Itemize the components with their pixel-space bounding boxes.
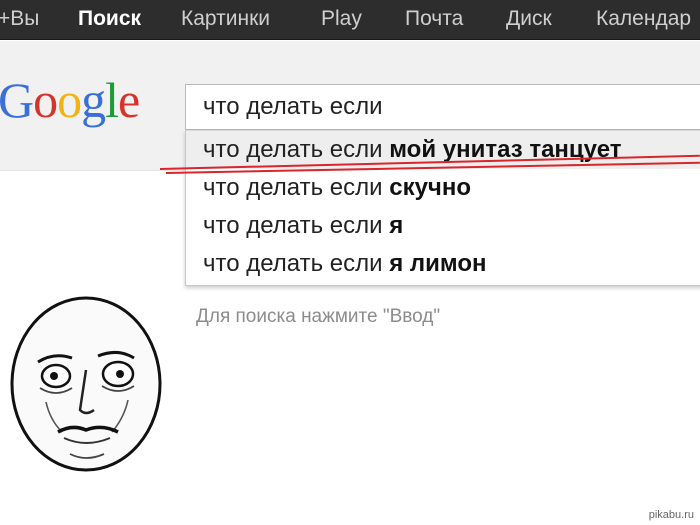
suggestion-item[interactable]: что делать если я bbox=[186, 207, 700, 245]
search-hint: Для поиска нажмите "Ввод" bbox=[196, 306, 441, 327]
nav-item-mail[interactable]: Почта bbox=[405, 6, 463, 32]
nav-item-drive[interactable]: Диск bbox=[506, 6, 552, 32]
nav-item-images[interactable]: Картинки bbox=[181, 6, 270, 32]
autocomplete-dropdown: что делать если мой унитаз танцует что д… bbox=[185, 130, 700, 286]
suggestion-prefix: что делать если bbox=[203, 250, 390, 277]
logo-letter: o bbox=[57, 72, 82, 128]
logo-letter: o bbox=[33, 72, 58, 128]
logo-letter: l bbox=[105, 72, 119, 128]
suggestion-prefix: что делать если bbox=[203, 174, 390, 201]
suggestion-completion: я bbox=[389, 212, 404, 239]
watermark: pikabu.ru bbox=[646, 509, 696, 521]
nav-item-you[interactable]: +Вы bbox=[0, 6, 39, 32]
logo-letter: g bbox=[81, 72, 106, 128]
logo-letter: e bbox=[118, 72, 140, 128]
logo-letter: G bbox=[0, 72, 34, 128]
suggestion-prefix: что делать если bbox=[203, 212, 390, 239]
nav-item-calendar[interactable]: Календар bbox=[596, 6, 691, 32]
me-gusta-face-icon bbox=[10, 296, 162, 472]
search-input[interactable]: что делать если bbox=[185, 84, 700, 130]
nav-item-search[interactable]: Поиск bbox=[78, 6, 141, 32]
nav-item-play[interactable]: Play bbox=[321, 6, 362, 32]
search-input-value: что делать если bbox=[203, 93, 383, 120]
suggestion-completion: скучно bbox=[389, 174, 472, 201]
suggestion-completion: я лимон bbox=[389, 250, 487, 277]
google-logo[interactable]: Google bbox=[0, 72, 140, 128]
suggestion-item[interactable]: что делать если я лимон bbox=[186, 245, 700, 283]
suggestion-prefix: что делать если bbox=[203, 136, 390, 163]
top-nav-bar: +Вы Поиск Картинки Play Почта Диск Кален… bbox=[0, 0, 700, 40]
suggestion-item[interactable]: что делать если скучно bbox=[186, 169, 700, 207]
